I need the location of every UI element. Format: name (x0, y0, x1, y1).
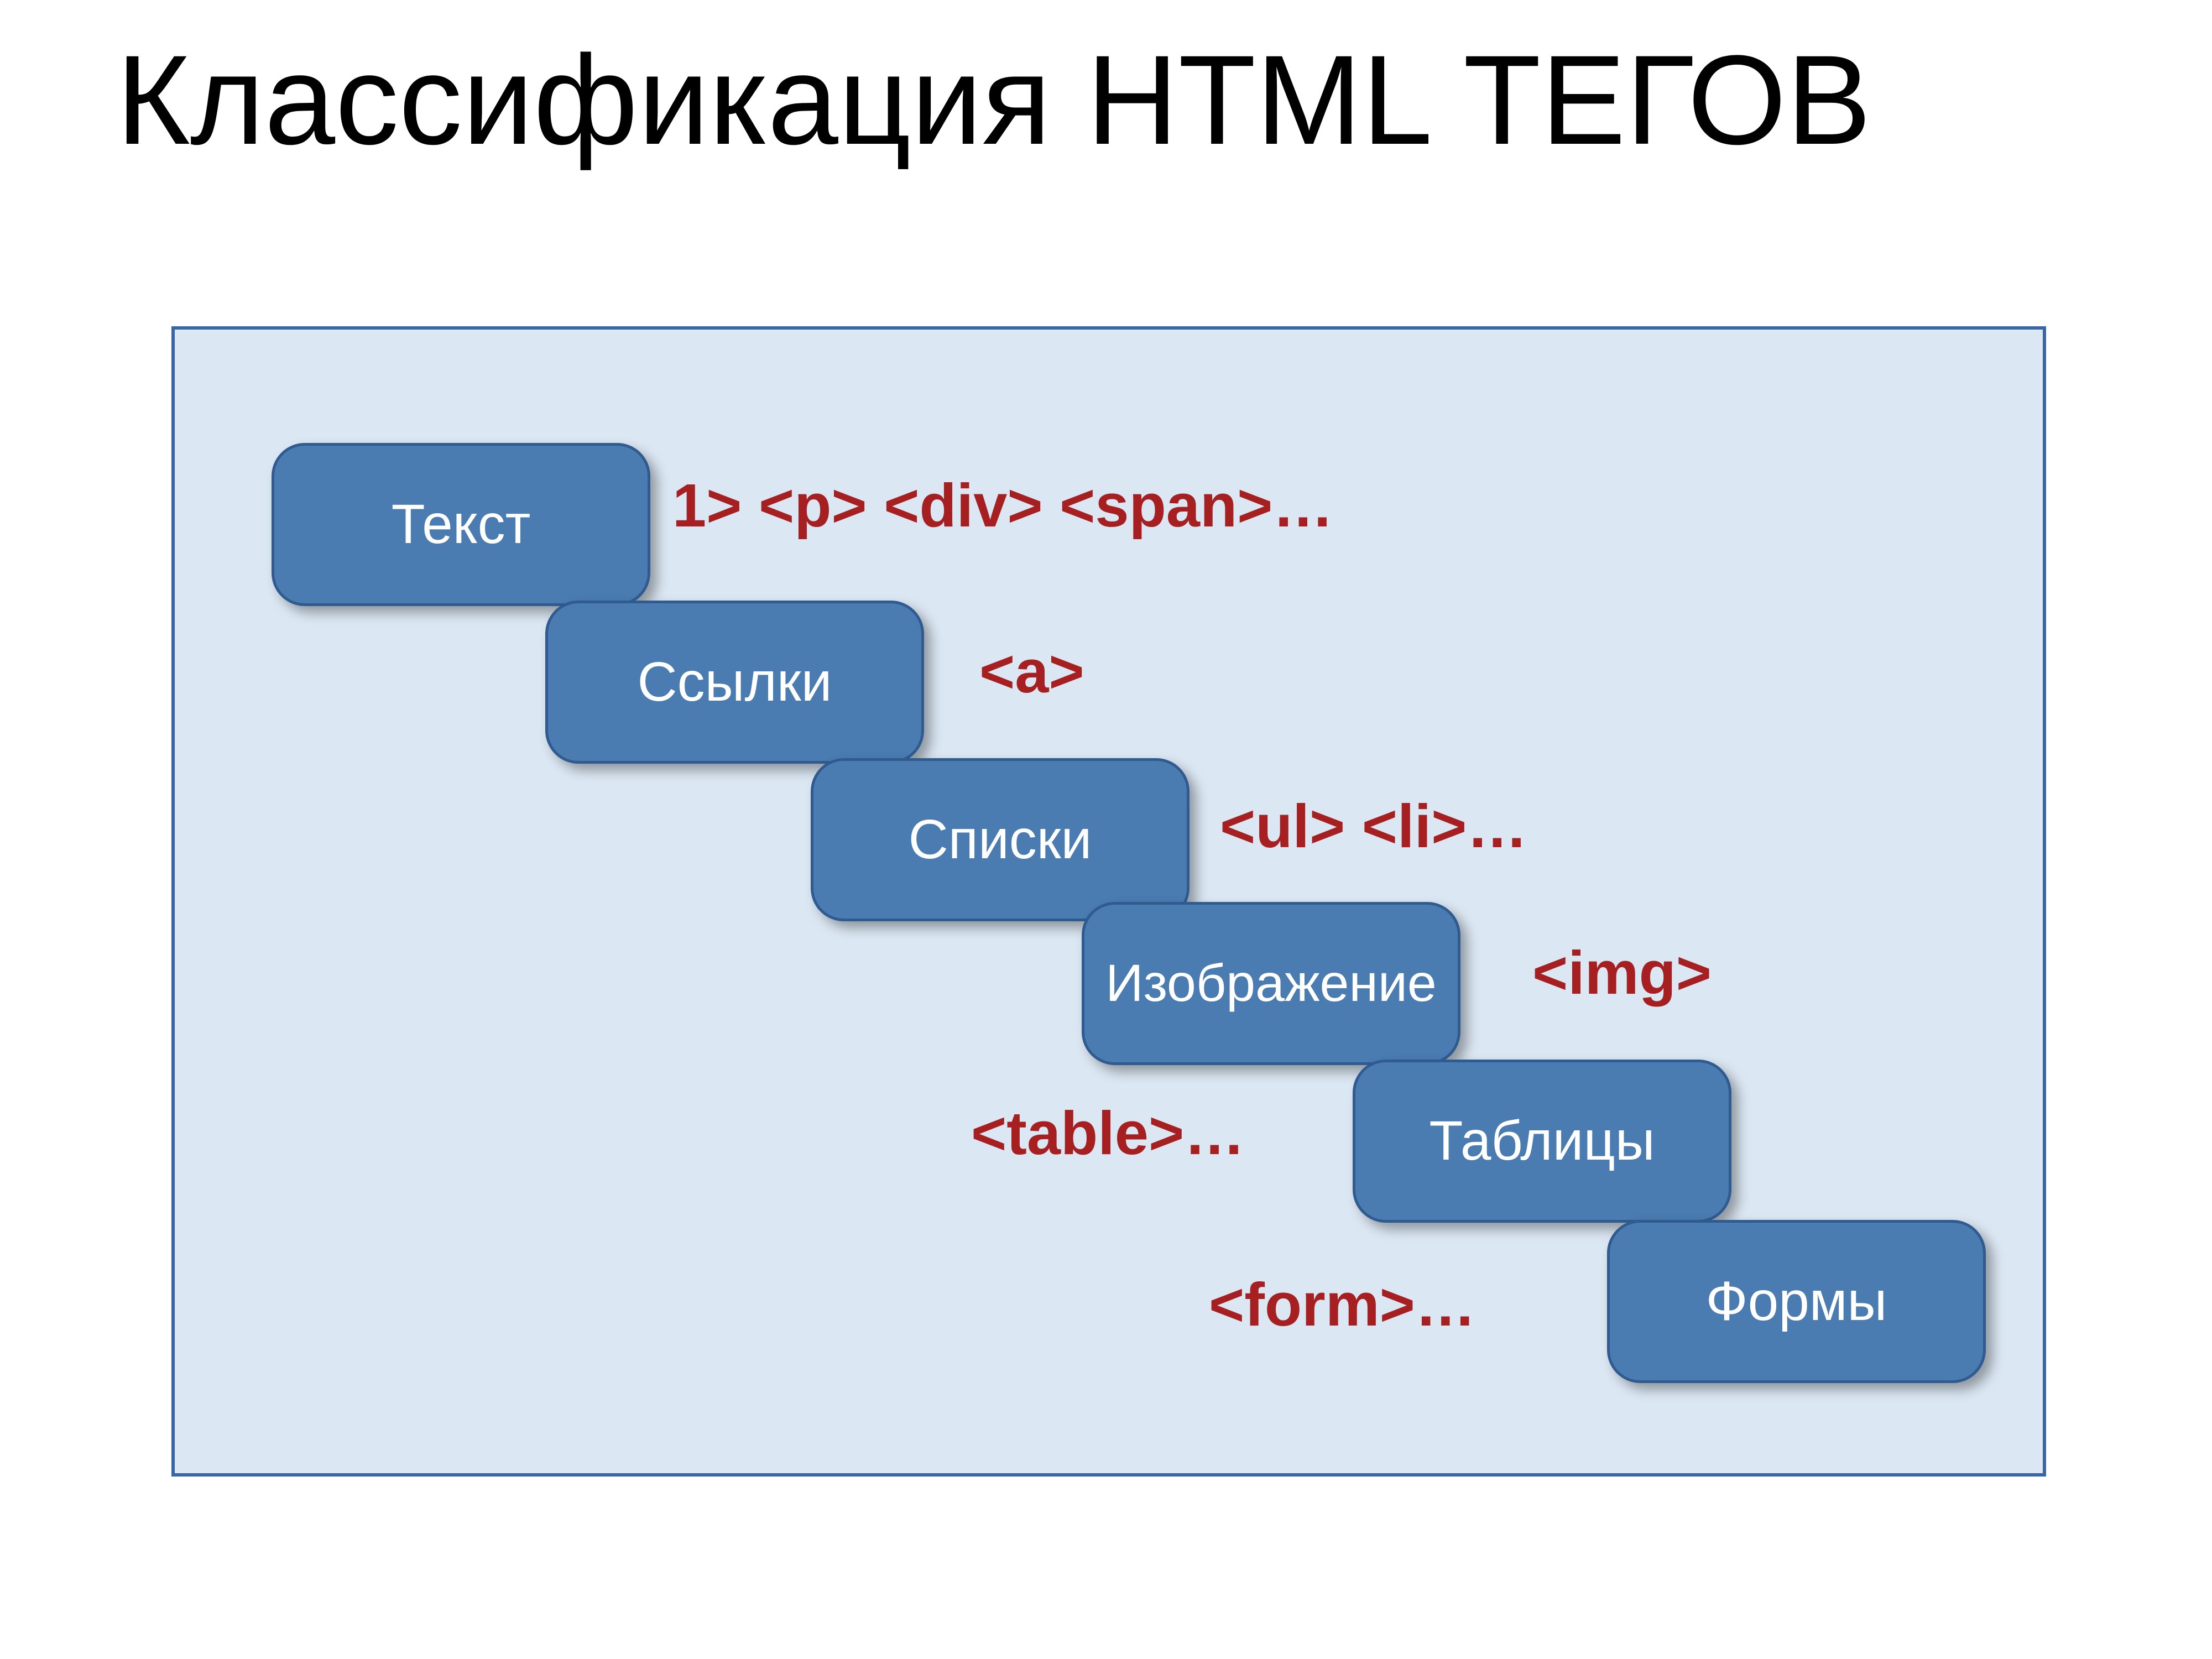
tags-tables: <table>… (971, 1098, 1245, 1168)
chip-lists: Списки (811, 758, 1190, 921)
chip-text-label: Текст (392, 495, 531, 554)
chip-forms: Формы (1607, 1220, 1986, 1383)
slide: Классификация HTML ТЕГОВ 1> <p> <div> <s… (0, 0, 2212, 1659)
tags-lists: <ul> <li>… (1220, 791, 1527, 862)
diagram-panel: 1> <p> <div> <span>… Текст <a> Ссылки <u… (171, 326, 2046, 1477)
chip-links: Ссылки (545, 601, 924, 764)
chip-text: Текст (272, 443, 650, 606)
slide-title: Классификация HTML ТЕГОВ (116, 33, 1996, 167)
tags-image: <img> (1532, 938, 1712, 1008)
chip-image: Изображение (1082, 902, 1460, 1065)
tags-forms: <form>… (1209, 1270, 1476, 1340)
chip-tables-label: Таблицы (1429, 1112, 1655, 1170)
tags-text: 1> <p> <div> <span>… (672, 471, 1333, 541)
chip-image-label: Изображение (1105, 956, 1436, 1011)
chip-lists-label: Списки (909, 811, 1092, 869)
tags-links: <a> (979, 637, 1084, 707)
chip-forms-label: Формы (1706, 1272, 1887, 1331)
chip-tables: Таблицы (1353, 1060, 1731, 1223)
chip-links-label: Ссылки (637, 653, 832, 711)
